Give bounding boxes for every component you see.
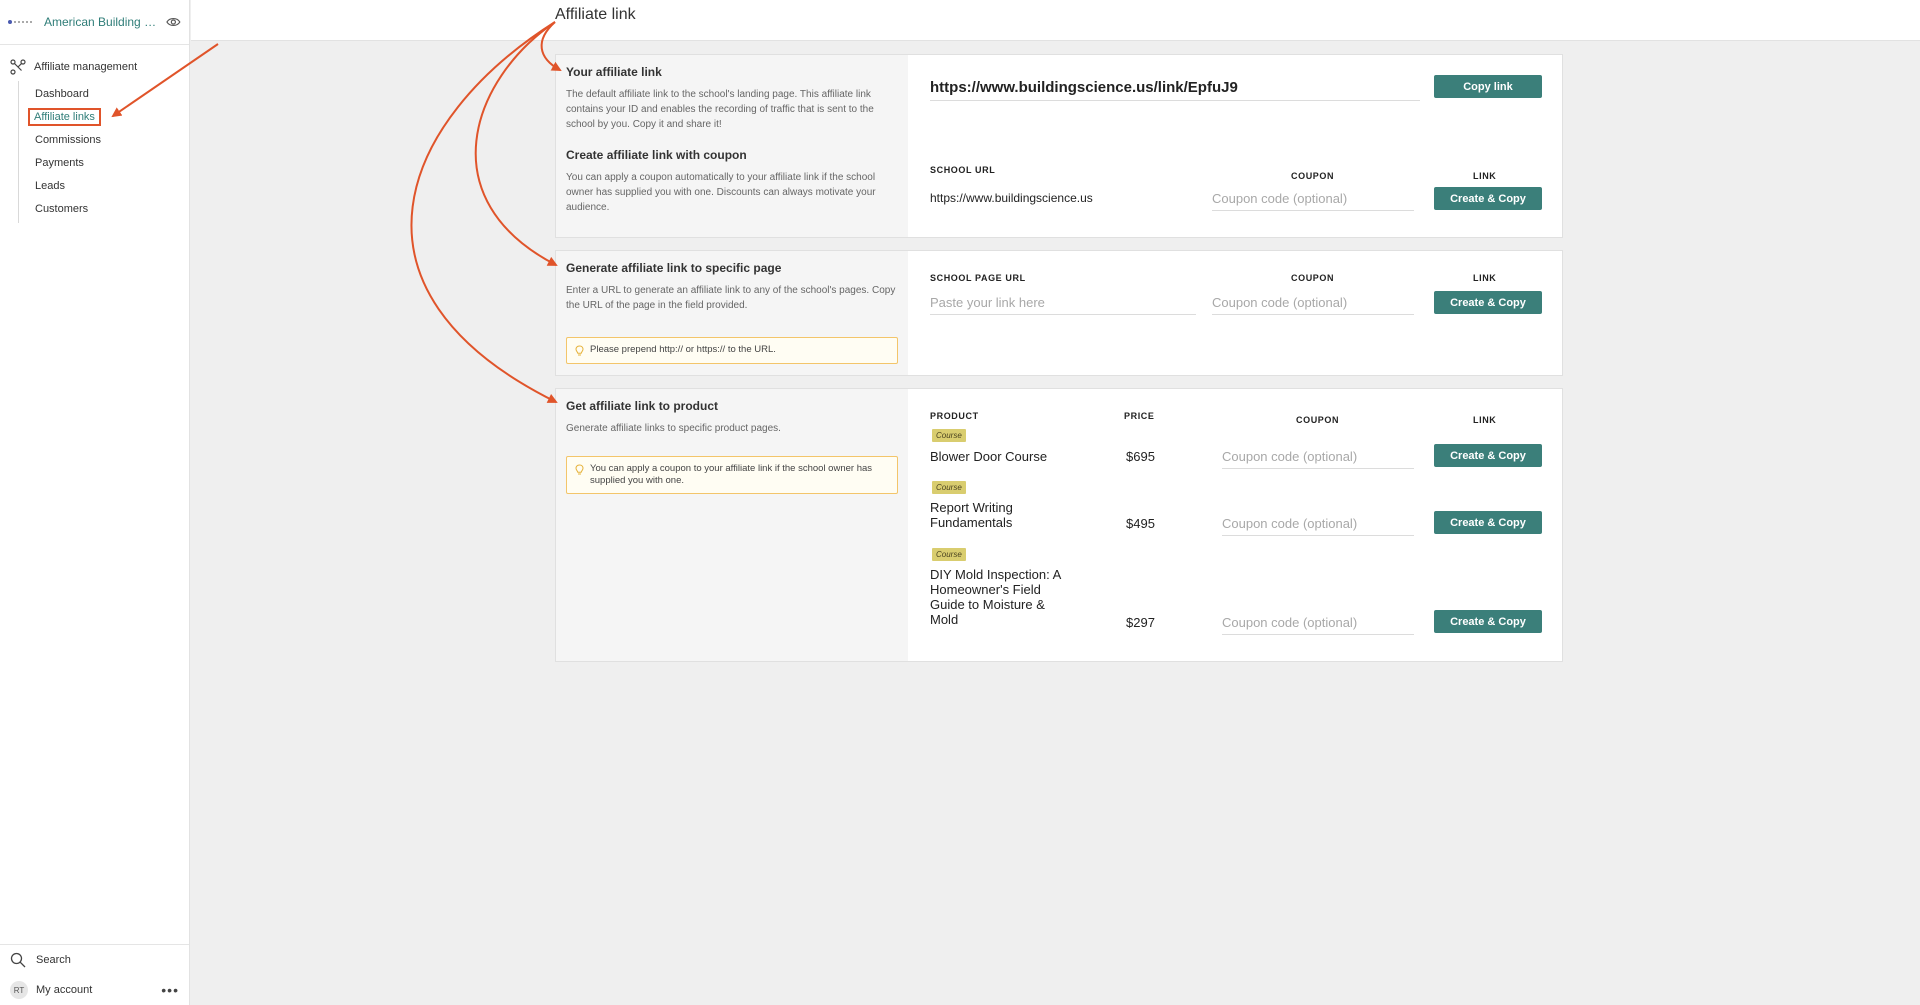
school-logo — [8, 17, 34, 27]
coupon-section-title: Create affiliate link with coupon — [566, 148, 747, 162]
product-price: $297 — [1126, 615, 1155, 630]
eye-icon[interactable] — [166, 14, 181, 30]
avatar: RT — [10, 981, 28, 999]
sidebar-item-customers[interactable]: Customers — [19, 198, 189, 221]
sidebar: American Building Sc... Affiliate manage… — [0, 0, 190, 1005]
page-url-input[interactable] — [930, 295, 1196, 315]
col-link: LINK — [1473, 273, 1497, 283]
product-type-badge: Course — [932, 548, 966, 561]
col-school-url: SCHOOL URL — [930, 165, 996, 175]
col-coupon: COUPON — [1296, 415, 1340, 425]
section-description: Generate affiliate links to specific pro… — [566, 423, 781, 434]
page-title: Affiliate link — [555, 6, 636, 23]
search-label: Search — [36, 954, 71, 966]
col-product: PRODUCT — [930, 411, 979, 421]
create-copy-button[interactable]: Create & Copy — [1434, 291, 1542, 314]
section-title: Affiliate management — [34, 61, 138, 73]
card-right: Copy link SCHOOL URL COUPON LINK https:/… — [908, 55, 1562, 237]
lightbulb-icon — [575, 345, 584, 356]
tip-text: Please prepend http:// or https:// to th… — [590, 344, 776, 355]
section-description: Enter a URL to generate an affiliate lin… — [566, 285, 896, 311]
sidebar-item-label: Dashboard — [35, 88, 89, 100]
col-coupon: COUPON — [1291, 171, 1335, 181]
product-name: DIY Mold Inspection: A Homeowner's Field… — [930, 567, 1061, 627]
card-product-links: Get affiliate link to product Generate a… — [555, 388, 1563, 662]
col-coupon: COUPON — [1291, 273, 1335, 283]
section-title: Your affiliate link — [566, 65, 662, 79]
school-name[interactable]: American Building Sc... — [44, 15, 158, 29]
affiliate-menu: Dashboard Affiliate links Commissions Pa… — [18, 81, 189, 223]
school-url-value: https://www.buildingscience.us — [930, 191, 1093, 205]
account-label: My account — [36, 984, 93, 996]
sidebar-item-label: Payments — [35, 157, 84, 169]
more-icon[interactable]: ••• — [161, 982, 179, 998]
create-copy-button[interactable]: Create & Copy — [1434, 444, 1542, 467]
topbar — [191, 0, 1920, 41]
create-copy-button[interactable]: Create & Copy — [1434, 610, 1542, 633]
search-icon — [10, 952, 26, 968]
tip-box: Please prepend http:// or https:// to th… — [566, 337, 898, 364]
create-copy-button[interactable]: Create & Copy — [1434, 187, 1542, 210]
sidebar-item-label: Customers — [35, 203, 89, 215]
tip-box: You can apply a coupon to your affiliate… — [566, 456, 898, 494]
coupon-section-description: You can apply a coupon automatically to … — [566, 172, 876, 213]
product-type-badge: Course — [932, 429, 966, 442]
coupon-input[interactable] — [1212, 295, 1414, 315]
product-name: Blower Door Course — [930, 449, 1048, 464]
sidebar-item-payments[interactable]: Payments — [19, 152, 189, 175]
product-type-badge: Course — [932, 481, 966, 494]
sidebar-item-label: Leads — [35, 180, 65, 192]
coupon-input[interactable] — [1222, 449, 1414, 469]
sidebar-item-dashboard[interactable]: Dashboard — [19, 83, 189, 106]
col-page-url: SCHOOL PAGE URL — [930, 273, 1026, 283]
school-switcher[interactable]: American Building Sc... — [0, 0, 189, 45]
sidebar-item-affiliate-links[interactable]: Affiliate links — [19, 106, 189, 129]
col-link: LINK — [1473, 171, 1497, 181]
tip-text: You can apply a coupon to your affiliate… — [590, 463, 873, 486]
product-price: $495 — [1126, 516, 1155, 531]
sidebar-item-label: Affiliate links — [28, 108, 101, 126]
create-copy-button[interactable]: Create & Copy — [1434, 511, 1542, 534]
card-right: PRODUCT PRICE COUPON LINK Course Blower … — [908, 389, 1562, 661]
sidebar-item-leads[interactable]: Leads — [19, 175, 189, 198]
section-affiliate-management[interactable]: Affiliate management — [0, 45, 189, 81]
product-name: Report Writing Fundamentals — [930, 500, 1013, 530]
card-left: Your affiliate link The default affiliat… — [556, 55, 908, 237]
annotation-arrow — [410, 21, 558, 403]
product-price: $695 — [1126, 449, 1155, 464]
section-title: Generate affiliate link to specific page — [566, 261, 782, 275]
affiliate-link-field[interactable] — [930, 79, 1420, 101]
sidebar-item-commissions[interactable]: Commissions — [19, 129, 189, 152]
card-left: Get affiliate link to product Generate a… — [556, 389, 908, 661]
card-right: SCHOOL PAGE URL COUPON LINK Create & Cop… — [908, 251, 1562, 375]
search-button[interactable]: Search — [0, 945, 189, 975]
my-account-button[interactable]: RT My account ••• — [0, 975, 189, 1005]
card-specific-page-link: Generate affiliate link to specific page… — [555, 250, 1563, 376]
section-description: The default affiliate link to the school… — [566, 89, 874, 130]
copy-link-button[interactable]: Copy link — [1434, 75, 1542, 98]
lightbulb-icon — [575, 464, 584, 475]
coupon-input[interactable] — [1222, 516, 1414, 536]
col-price: PRICE — [1124, 411, 1155, 421]
annotation-arrow — [474, 21, 558, 266]
sidebar-item-label: Commissions — [35, 134, 102, 146]
coupon-input[interactable] — [1212, 191, 1414, 211]
section-title: Get affiliate link to product — [566, 399, 719, 413]
sidebar-footer: Search RT My account ••• — [0, 944, 189, 1005]
card-left: Generate affiliate link to specific page… — [556, 251, 908, 375]
col-link: LINK — [1473, 415, 1497, 425]
coupon-input[interactable] — [1222, 615, 1414, 635]
card-your-affiliate-link: Your affiliate link The default affiliat… — [555, 54, 1563, 238]
affiliate-network-icon — [10, 59, 26, 75]
